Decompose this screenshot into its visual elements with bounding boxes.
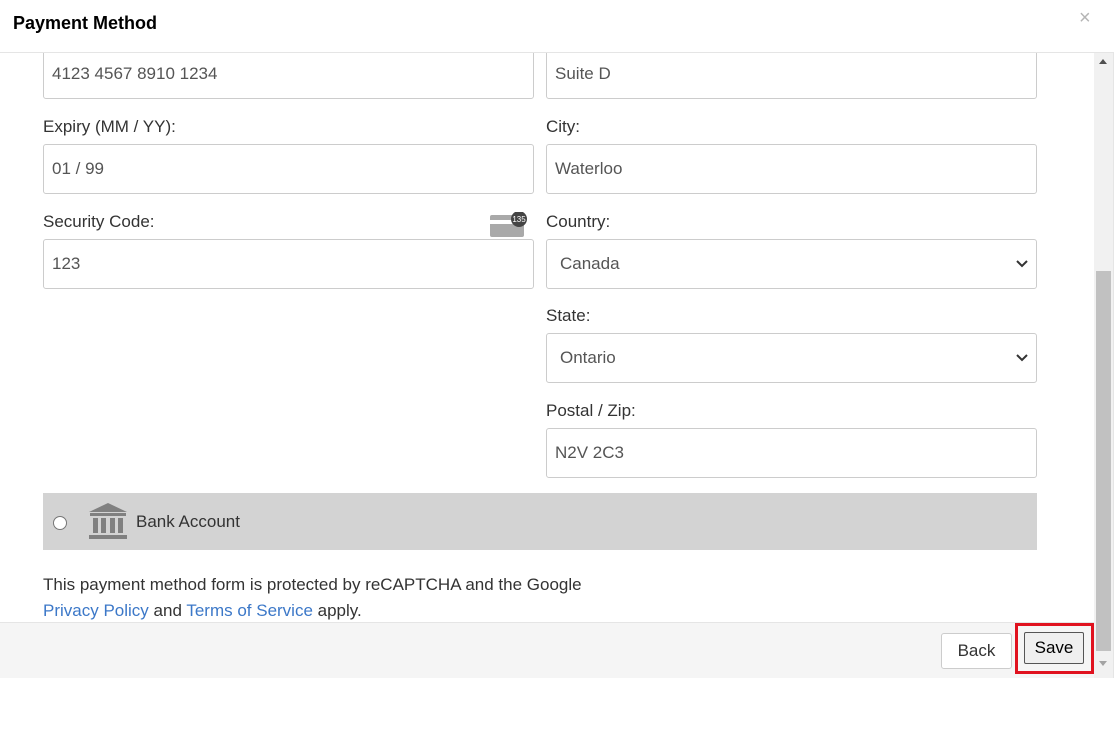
notice-text: This payment method form is protected by… [43, 575, 582, 594]
save-button[interactable]: Save [1024, 632, 1084, 664]
save-button-highlight: Save [1015, 623, 1094, 674]
city-input[interactable]: Waterloo [546, 144, 1037, 194]
privacy-policy-link[interactable]: Privacy Policy [43, 601, 149, 620]
scroll-down-arrow-icon[interactable] [1099, 661, 1107, 666]
dialog-header: Payment Method × [0, 0, 1114, 53]
security-code-input[interactable]: 123 [43, 239, 534, 289]
state-select-value: Ontario [560, 348, 616, 367]
terms-of-service-link[interactable]: Terms of Service [186, 601, 313, 620]
country-select[interactable]: Canada [546, 239, 1037, 289]
credit-card-cvv-icon: 135 [490, 212, 527, 237]
notice-and-text: and [148, 601, 187, 620]
country-select-value: Canada [560, 254, 620, 273]
payment-method-dialog: Payment Method × 4123 4567 8910 1234 Exp… [0, 0, 1114, 678]
back-button[interactable]: Back [941, 633, 1012, 669]
close-icon[interactable]: × [1079, 8, 1091, 28]
card-number-input[interactable]: 4123 4567 8910 1234 [43, 53, 534, 99]
country-label: Country: [546, 212, 611, 231]
expiry-label: Expiry (MM / YY): [43, 117, 176, 136]
expiry-input[interactable]: 01 / 99 [43, 144, 534, 194]
postal-input[interactable]: N2V 2C3 [546, 428, 1037, 478]
scroll-thumb[interactable] [1096, 271, 1111, 651]
bank-icon [89, 503, 127, 539]
postal-label: Postal / Zip: [546, 401, 636, 420]
chevron-down-icon [1016, 260, 1028, 268]
recaptcha-notice: This payment method form is protected by… [43, 572, 582, 622]
cvv-badge-text: 135 [512, 215, 526, 224]
security-code-label: Security Code: [43, 212, 155, 231]
dialog-title: Payment Method [13, 13, 158, 33]
dialog-footer: Back Save [0, 622, 1094, 678]
state-select[interactable]: Ontario [546, 333, 1037, 383]
city-label: City: [546, 117, 580, 136]
state-label: State: [546, 306, 591, 325]
notice-after-text: apply. [312, 601, 362, 620]
bank-account-option[interactable]: Bank Account [43, 493, 1037, 550]
bank-account-radio[interactable] [53, 516, 67, 530]
scroll-up-arrow-icon[interactable] [1099, 59, 1107, 64]
dialog-body: 4123 4567 8910 1234 Expiry (MM / YY): 01… [0, 53, 1094, 622]
chevron-down-icon [1016, 354, 1028, 362]
vertical-scrollbar[interactable] [1094, 53, 1113, 678]
bank-account-label: Bank Account [136, 512, 240, 531]
address-line2-input[interactable]: Suite D [546, 53, 1037, 99]
